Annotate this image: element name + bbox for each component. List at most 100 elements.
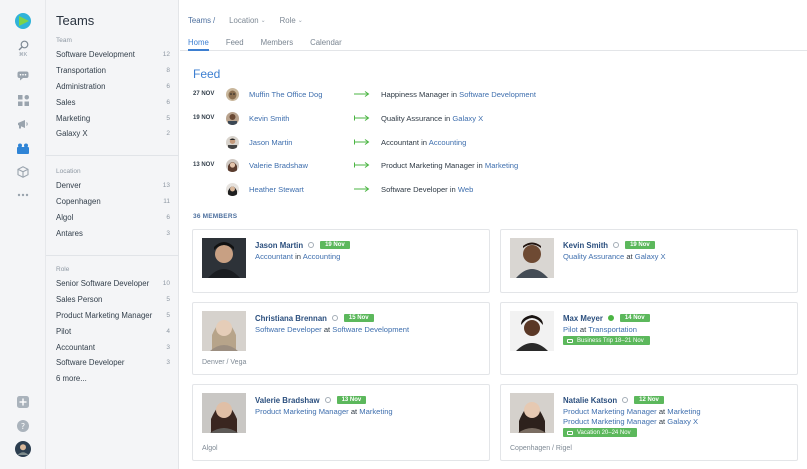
feed-role: Accountant — [381, 137, 419, 147]
show-more-link[interactable]: 6 more... — [46, 371, 179, 387]
member-team-link[interactable]: Transportation — [588, 325, 637, 334]
item-count: 6 — [166, 213, 170, 221]
member-card[interactable]: Jason Martin 19 Nov Accountant in Account… — [192, 229, 490, 293]
arrow-right-icon — [354, 162, 381, 168]
rail-add[interactable] — [0, 394, 46, 410]
rail-teams[interactable] — [0, 140, 46, 156]
avatar — [226, 182, 239, 196]
member-photo — [510, 311, 554, 351]
member-team-link[interactable]: Accounting — [303, 252, 341, 261]
sidebar-item-role[interactable]: Product Marketing Manager 5 — [46, 308, 179, 324]
item-label: Administration — [56, 81, 106, 91]
sidebar-item-location[interactable]: Denver 13 — [46, 178, 179, 194]
member-photo — [202, 311, 246, 351]
item-label: Accountant — [56, 342, 96, 352]
breadcrumb-teams[interactable]: Teams — [188, 16, 211, 25]
rail-search[interactable]: ⌘K — [0, 38, 46, 60]
member-role-line: Product Marketing Manager at Marketing — [255, 407, 485, 417]
member-role-link[interactable]: Software Developer — [255, 325, 322, 334]
member-info: Jason Martin 19 Nov Accountant in Account… — [255, 240, 485, 262]
feed-role: Product Marketing Manager — [381, 160, 475, 170]
member-team-link[interactable]: Galaxy X — [635, 252, 666, 261]
suitcase-icon — [567, 430, 573, 435]
sidebar-item-team[interactable]: Software Development 12 — [46, 47, 179, 63]
member-name[interactable]: Kevin Smith — [563, 241, 608, 250]
feed-text: Happiness Manager in Software Developmen… — [381, 90, 536, 99]
tab-calendar[interactable]: Calendar — [310, 36, 342, 51]
rail-broadcast[interactable] — [0, 116, 46, 132]
rail-profile[interactable] — [0, 440, 46, 458]
megaphone-icon — [18, 120, 28, 129]
sidebar-item-team[interactable]: Sales 6 — [46, 94, 179, 110]
feed-team-link[interactable]: Software Development — [459, 90, 536, 99]
sidebar-item-location[interactable]: Algol 6 — [46, 210, 179, 226]
member-role-link[interactable]: Accountant — [255, 252, 293, 261]
sidebar-item-location[interactable]: Antares 3 — [46, 225, 179, 241]
sidebar-item-team[interactable]: Transportation 8 — [46, 63, 179, 79]
member-role-link[interactable]: Product Marketing Manager — [563, 407, 657, 416]
feed-person-link[interactable]: Valerie Bradshaw — [249, 161, 354, 170]
feed-team-link[interactable]: Galaxy X — [452, 114, 483, 123]
sidebar-item-role[interactable]: Pilot 4 — [46, 323, 179, 339]
tab-home[interactable]: Home — [188, 36, 209, 51]
location-dropdown[interactable]: Location ⌄ — [229, 16, 266, 25]
main-content: Teams / Location ⌄ Role ⌄ Home Feed Member… — [180, 0, 807, 469]
tab-feed[interactable]: Feed — [226, 36, 244, 51]
member-name[interactable]: Christiana Brennan — [255, 314, 327, 323]
item-count: 3 — [166, 343, 170, 351]
sidebar-item-team[interactable]: Marketing 5 — [46, 110, 179, 126]
chevron-down-icon: ⌄ — [260, 18, 266, 24]
app-logo[interactable] — [0, 10, 46, 32]
status-indicator — [331, 315, 338, 321]
member-role-link[interactable]: Quality Assurance — [563, 252, 624, 261]
member-name[interactable]: Jason Martin — [255, 241, 303, 250]
sidebar-item-location[interactable]: Copenhagen 11 — [46, 194, 179, 210]
member-card[interactable]: Kevin Smith 19 Nov Quality Assurance at G… — [500, 229, 798, 293]
member-team-link[interactable]: Marketing — [359, 407, 392, 416]
rail-chat[interactable] — [0, 68, 46, 84]
member-card[interactable]: Valerie Bradshaw 13 Nov Product Marketing… — [192, 384, 490, 461]
member-name[interactable]: Valerie Bradshaw — [255, 396, 320, 405]
role-dropdown[interactable]: Role ⌄ — [280, 16, 303, 25]
item-count: 13 — [162, 182, 170, 190]
rail-packages[interactable] — [0, 164, 46, 180]
feed-person-link[interactable]: Jason Martin — [249, 138, 354, 147]
item-label: Pilot — [56, 326, 72, 336]
member-name[interactable]: Max Meyer — [563, 314, 603, 323]
avatar — [15, 441, 31, 457]
rail-more[interactable] — [0, 188, 46, 202]
sidebar-item-role[interactable]: Senior Software Developer 10 — [46, 276, 179, 292]
member-card[interactable]: Christiana Brennan 15 Nov Software Develo… — [192, 302, 490, 375]
member-team-link[interactable]: Software Development — [332, 325, 409, 334]
member-role-link[interactable]: Product Marketing Manager — [563, 417, 657, 426]
member-name[interactable]: Natalie Katson — [563, 396, 617, 405]
feed-person-link[interactable]: Heather Stewart — [249, 185, 354, 194]
sidebar-item-role[interactable]: Software Developer 3 — [46, 355, 179, 371]
member-team-link[interactable]: Marketing — [667, 407, 700, 416]
feed-team-link[interactable]: Accounting — [429, 138, 467, 147]
rail-apps[interactable] — [0, 92, 46, 108]
feed-team-link[interactable]: Marketing — [485, 161, 518, 170]
box-icon — [17, 166, 29, 178]
sidebar-item-team[interactable]: Galaxy X 2 — [46, 126, 179, 142]
member-role-link[interactable]: Pilot — [563, 325, 578, 334]
feed-team-link[interactable]: Web — [458, 185, 473, 194]
feed-person-link[interactable]: Muffin The Office Dog — [249, 90, 354, 99]
sidebar-item-role[interactable]: Accountant 3 — [46, 339, 179, 355]
member-card[interactable]: Natalie Katson 12 Nov Product Marketing M… — [500, 384, 798, 461]
feed-person-link[interactable]: Kevin Smith — [249, 114, 354, 123]
dropdown-label: Location — [229, 16, 259, 25]
member-photo — [202, 238, 246, 278]
sidebar-item-team[interactable]: Administration 6 — [46, 79, 179, 95]
member-connector: at — [658, 407, 666, 416]
tab-members[interactable]: Members — [261, 36, 294, 51]
member-role-link[interactable]: Product Marketing Manager — [255, 407, 349, 416]
suitcase-icon — [567, 338, 573, 343]
item-count: 11 — [163, 198, 170, 206]
rail-help[interactable]: ? — [0, 418, 46, 434]
trip-label: Business Trip 18–21 Nov — [577, 337, 644, 344]
sidebar-item-role[interactable]: Sales Person 5 — [46, 292, 179, 308]
member-card[interactable]: Max Meyer 14 Nov Pilot at Transportation … — [500, 302, 798, 375]
members-count-label: 36 MEMBERS — [193, 213, 238, 220]
member-team-link[interactable]: Galaxy X — [667, 417, 698, 426]
